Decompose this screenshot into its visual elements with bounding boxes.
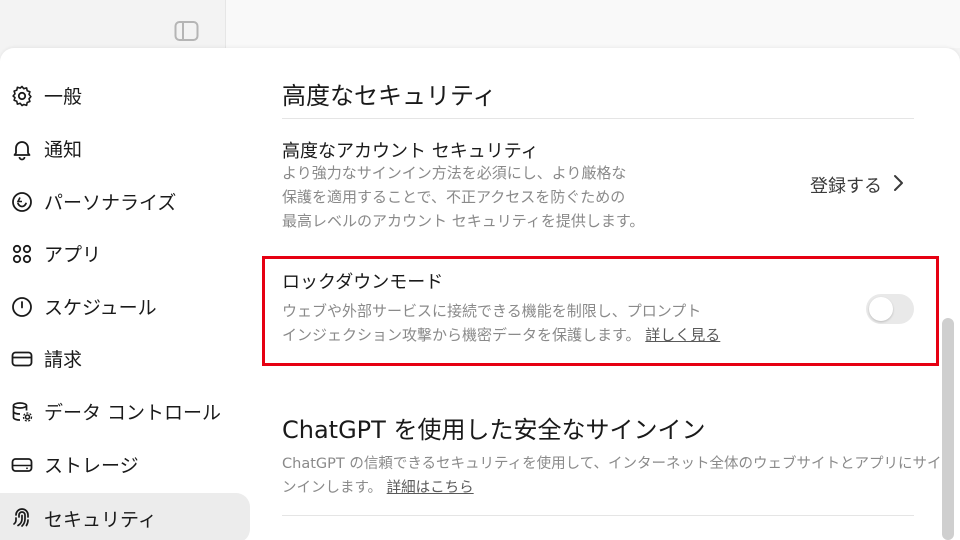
sidebar-item-general[interactable]: 一般	[0, 72, 250, 119]
safe-signin-desc-text: ンインします。	[282, 480, 383, 496]
learn-more-link[interactable]: 詳しく見る	[645, 326, 720, 344]
advanced-account-desc-1: より強力なサインイン方法を必須にし、より厳格な	[282, 164, 627, 182]
scrollbar[interactable]	[942, 318, 954, 540]
lockdown-title: ロックダウンモード	[282, 272, 444, 293]
apps-icon	[10, 242, 34, 266]
personalize-icon	[10, 190, 34, 214]
lockdown-desc-text: インジェクション攻撃から機密データを保護します。	[282, 326, 641, 344]
details-link[interactable]: 詳細はこちら	[387, 480, 474, 496]
sidebar-item-data-controls[interactable]: データ コントロール	[0, 388, 250, 435]
sidebar-item-notifications[interactable]: 通知	[0, 125, 250, 172]
clock-icon	[10, 295, 34, 319]
sidebar-item-label: スケジュール	[44, 297, 157, 319]
gear-icon	[10, 84, 34, 108]
chevron-right-icon	[892, 174, 904, 197]
toggle-knob	[869, 297, 893, 321]
bell-icon	[10, 137, 34, 161]
top-bar-right	[225, 0, 960, 48]
lockdown-desc-2: インジェクション攻撃から機密データを保護します。 詳しく見る	[282, 323, 720, 347]
section-title: 高度なセキュリティ	[282, 82, 497, 110]
sidebar-item-label: データ コントロール	[44, 402, 222, 424]
sidebar-item-label: アプリ	[44, 244, 102, 266]
safe-signin-desc-1: ChatGPT の信頼できるセキュリティを使用して、インターネット全体のウェブサ…	[282, 456, 942, 472]
advanced-account-desc-3: 最高レベルのアカウント セキュリティを提供します。	[282, 212, 645, 230]
sidebar-item-security[interactable]: セキュリティ	[0, 493, 250, 540]
divider	[282, 515, 914, 516]
advanced-account-title: 高度なアカウント セキュリティ	[282, 141, 539, 162]
sidebar-item-schedule[interactable]: スケジュール	[0, 283, 250, 330]
advanced-account-desc-2: 保護を適用することで、不正アクセスを防ぐための	[282, 188, 626, 206]
register-label: 登録する	[810, 176, 882, 197]
lockdown-desc-1: ウェブや外部サービスに接続できる機能を制限し、プロンプト	[282, 302, 702, 320]
sidebar-item-personalize[interactable]: パーソナライズ	[0, 178, 250, 225]
sidebar-item-storage[interactable]: ストレージ	[0, 441, 250, 488]
sidebar-item-label: ストレージ	[44, 455, 139, 477]
card-icon	[10, 347, 34, 371]
sidebar-item-label: 一般	[44, 86, 83, 108]
divider	[282, 118, 914, 119]
safe-signin-title: ChatGPT を使用した安全なサインイン	[282, 416, 706, 444]
fingerprint-icon	[10, 506, 34, 530]
register-button[interactable]: 登録する	[810, 172, 904, 198]
sidebar-item-label: 通知	[44, 139, 83, 161]
sidebar-toggle-icon[interactable]	[173, 19, 200, 43]
lockdown-toggle[interactable]	[866, 294, 914, 324]
safe-signin-desc-2: ンインします。 詳細はこちら	[282, 476, 474, 500]
sidebar-item-label: パーソナライズ	[44, 192, 177, 214]
top-bar	[0, 0, 960, 48]
sidebar-item-label: 請求	[44, 349, 83, 371]
sidebar-item-billing[interactable]: 請求	[0, 335, 250, 382]
database-gear-icon	[10, 400, 34, 424]
sidebar-item-apps[interactable]: アプリ	[0, 230, 250, 277]
storage-icon	[10, 453, 34, 477]
sidebar-item-label: セキュリティ	[44, 508, 157, 531]
